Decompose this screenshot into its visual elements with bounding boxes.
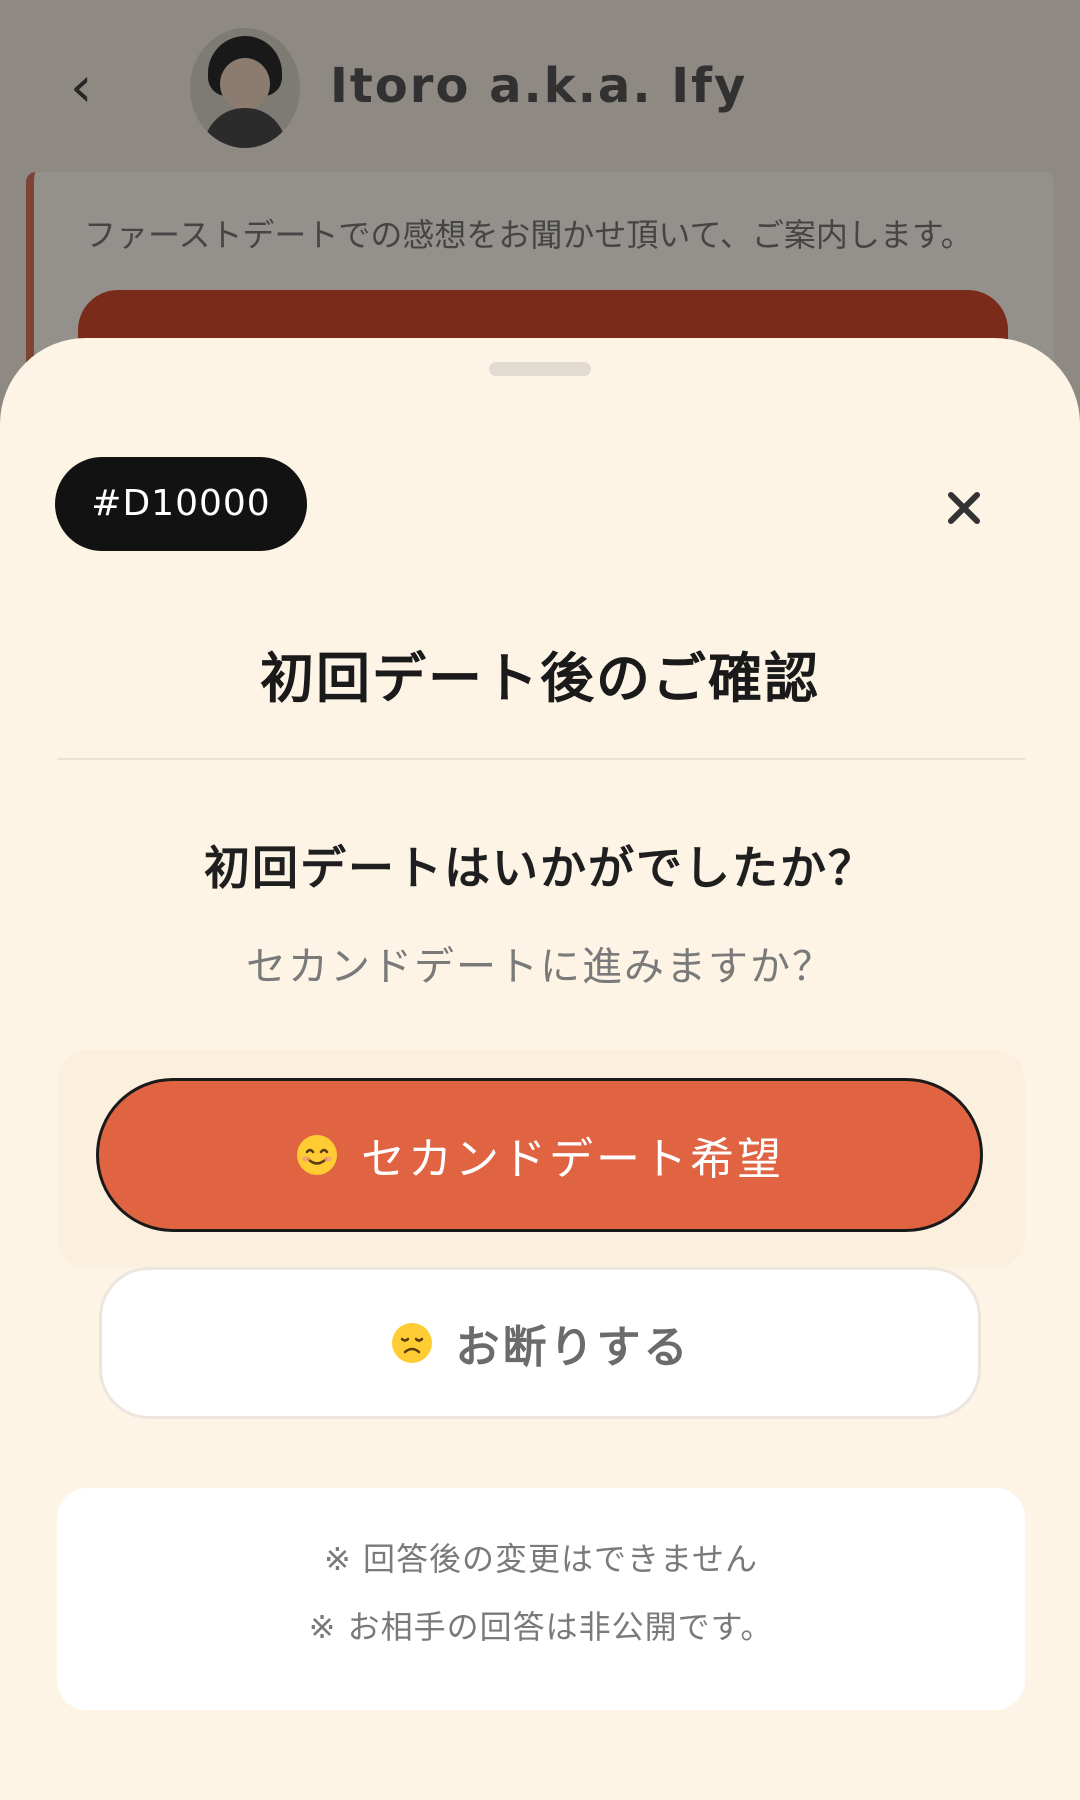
- decline-button-label: お断りする: [455, 1322, 691, 1373]
- notes-box: ※ 回答後の変更はできません ※ お相手の回答は非公開です。: [57, 1488, 1025, 1710]
- note-no-change: ※ 回答後の変更はできません: [323, 1540, 759, 1578]
- question-heading: 初回デートはいかがでしたか？: [204, 841, 876, 895]
- decline-button[interactable]: お断りする: [99, 1267, 981, 1419]
- close-icon: [948, 492, 980, 524]
- sheet-title: 初回デート後のご確認: [260, 647, 820, 710]
- divider: [57, 758, 1025, 760]
- second-date-button-label: セカンドデート希望: [361, 1134, 784, 1185]
- question-subtext: セカンドデートに進みますか？: [246, 944, 834, 990]
- disappointed-face-icon: [391, 1323, 432, 1363]
- bottom-sheet: #D10000 初回デート後のご確認 初回デートはいかがでしたか？ セカンドデー…: [0, 338, 1080, 1800]
- close-button[interactable]: [934, 478, 994, 538]
- date-id-badge: #D10000: [55, 457, 307, 551]
- second-date-button[interactable]: セカンドデート希望: [96, 1078, 983, 1232]
- note-private: ※ お相手の回答は非公開です。: [308, 1608, 774, 1646]
- smiling-face-icon: [297, 1135, 337, 1175]
- drag-handle[interactable]: [489, 362, 591, 376]
